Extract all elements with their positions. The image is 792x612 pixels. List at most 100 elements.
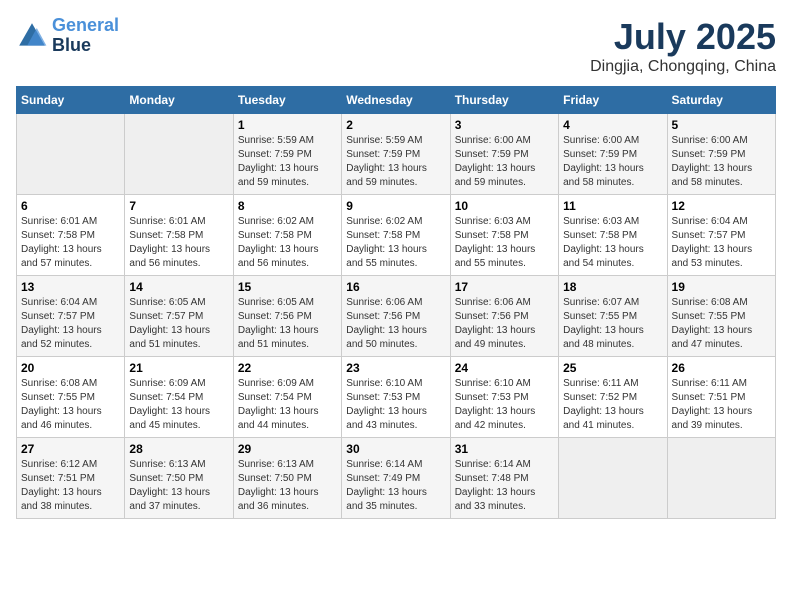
calendar-cell bbox=[17, 114, 125, 195]
day-info: Sunrise: 6:02 AM Sunset: 7:58 PM Dayligh… bbox=[346, 215, 445, 271]
weekday-header: Friday bbox=[559, 87, 667, 114]
calendar-cell: 19 Sunrise: 6:08 AM Sunset: 7:55 PM Dayli… bbox=[667, 276, 775, 357]
day-number: 15 bbox=[238, 280, 337, 294]
calendar-table: SundayMondayTuesdayWednesdayThursdayFrid… bbox=[16, 86, 776, 519]
day-info: Sunrise: 6:10 AM Sunset: 7:53 PM Dayligh… bbox=[455, 377, 554, 433]
logo-text: General Blue bbox=[52, 16, 119, 56]
day-info: Sunrise: 6:14 AM Sunset: 7:48 PM Dayligh… bbox=[455, 458, 554, 514]
logo: General Blue bbox=[16, 16, 119, 56]
day-info: Sunrise: 6:00 AM Sunset: 7:59 PM Dayligh… bbox=[563, 134, 662, 190]
day-number: 21 bbox=[129, 361, 228, 375]
day-number: 16 bbox=[346, 280, 445, 294]
day-info: Sunrise: 6:03 AM Sunset: 7:58 PM Dayligh… bbox=[563, 215, 662, 271]
day-info: Sunrise: 6:13 AM Sunset: 7:50 PM Dayligh… bbox=[129, 458, 228, 514]
day-number: 27 bbox=[21, 442, 120, 456]
day-number: 1 bbox=[238, 118, 337, 132]
calendar-week-row: 1 Sunrise: 5:59 AM Sunset: 7:59 PM Daylig… bbox=[17, 114, 776, 195]
calendar-cell: 22 Sunrise: 6:09 AM Sunset: 7:54 PM Dayli… bbox=[233, 357, 341, 438]
calendar-cell: 5Sunrise: 6:00 AM Sunset: 7:59 PM Daylig… bbox=[667, 114, 775, 195]
calendar-cell: 15 Sunrise: 6:05 AM Sunset: 7:56 PM Dayli… bbox=[233, 276, 341, 357]
day-info: Sunrise: 6:04 AM Sunset: 7:57 PM Dayligh… bbox=[21, 296, 120, 352]
day-info: Sunrise: 6:06 AM Sunset: 7:56 PM Dayligh… bbox=[346, 296, 445, 352]
calendar-cell: 31 Sunrise: 6:14 AM Sunset: 7:48 PM Dayli… bbox=[450, 438, 558, 519]
day-number: 25 bbox=[563, 361, 662, 375]
calendar-week-row: 20Sunrise: 6:08 AM Sunset: 7:55 PM Dayli… bbox=[17, 357, 776, 438]
calendar-cell: 24 Sunrise: 6:10 AM Sunset: 7:53 PM Dayli… bbox=[450, 357, 558, 438]
weekday-header: Saturday bbox=[667, 87, 775, 114]
calendar-cell bbox=[559, 438, 667, 519]
calendar-week-row: 6 Sunrise: 6:01 AM Sunset: 7:58 PM Daylig… bbox=[17, 195, 776, 276]
day-info: Sunrise: 6:09 AM Sunset: 7:54 PM Dayligh… bbox=[129, 377, 228, 433]
day-number: 10 bbox=[455, 199, 554, 213]
day-number: 8 bbox=[238, 199, 337, 213]
calendar-cell: 12Sunrise: 6:04 AM Sunset: 7:57 PM Dayli… bbox=[667, 195, 775, 276]
day-number: 31 bbox=[455, 442, 554, 456]
day-number: 23 bbox=[346, 361, 445, 375]
day-number: 29 bbox=[238, 442, 337, 456]
calendar-cell: 30Sunrise: 6:14 AM Sunset: 7:49 PM Dayli… bbox=[342, 438, 450, 519]
day-info: Sunrise: 6:10 AM Sunset: 7:53 PM Dayligh… bbox=[346, 377, 445, 433]
calendar-cell: 10 Sunrise: 6:03 AM Sunset: 7:58 PM Dayli… bbox=[450, 195, 558, 276]
month-title: July 2025 bbox=[590, 16, 776, 58]
calendar-cell: 7 Sunrise: 6:01 AM Sunset: 7:58 PM Daylig… bbox=[125, 195, 233, 276]
day-info: Sunrise: 6:03 AM Sunset: 7:58 PM Dayligh… bbox=[455, 215, 554, 271]
calendar-cell: 2Sunrise: 5:59 AM Sunset: 7:59 PM Daylig… bbox=[342, 114, 450, 195]
day-info: Sunrise: 5:59 AM Sunset: 7:59 PM Dayligh… bbox=[346, 134, 445, 190]
day-info: Sunrise: 6:12 AM Sunset: 7:51 PM Dayligh… bbox=[21, 458, 120, 514]
day-number: 28 bbox=[129, 442, 228, 456]
day-info: Sunrise: 6:11 AM Sunset: 7:52 PM Dayligh… bbox=[563, 377, 662, 433]
day-info: Sunrise: 6:00 AM Sunset: 7:59 PM Dayligh… bbox=[672, 134, 771, 190]
day-info: Sunrise: 6:02 AM Sunset: 7:58 PM Dayligh… bbox=[238, 215, 337, 271]
calendar-cell: 4Sunrise: 6:00 AM Sunset: 7:59 PM Daylig… bbox=[559, 114, 667, 195]
calendar-cell: 14 Sunrise: 6:05 AM Sunset: 7:57 PM Dayli… bbox=[125, 276, 233, 357]
calendar-cell: 17 Sunrise: 6:06 AM Sunset: 7:56 PM Dayli… bbox=[450, 276, 558, 357]
weekday-header: Thursday bbox=[450, 87, 558, 114]
day-info: Sunrise: 6:09 AM Sunset: 7:54 PM Dayligh… bbox=[238, 377, 337, 433]
day-number: 24 bbox=[455, 361, 554, 375]
day-info: Sunrise: 6:06 AM Sunset: 7:56 PM Dayligh… bbox=[455, 296, 554, 352]
calendar-cell: 26Sunrise: 6:11 AM Sunset: 7:51 PM Dayli… bbox=[667, 357, 775, 438]
day-number: 7 bbox=[129, 199, 228, 213]
day-info: Sunrise: 6:08 AM Sunset: 7:55 PM Dayligh… bbox=[672, 296, 771, 352]
day-info: Sunrise: 6:05 AM Sunset: 7:56 PM Dayligh… bbox=[238, 296, 337, 352]
day-info: Sunrise: 6:07 AM Sunset: 7:55 PM Dayligh… bbox=[563, 296, 662, 352]
calendar-cell: 8 Sunrise: 6:02 AM Sunset: 7:58 PM Daylig… bbox=[233, 195, 341, 276]
calendar-cell: 25 Sunrise: 6:11 AM Sunset: 7:52 PM Dayli… bbox=[559, 357, 667, 438]
calendar-cell: 9 Sunrise: 6:02 AM Sunset: 7:58 PM Daylig… bbox=[342, 195, 450, 276]
day-info: Sunrise: 6:00 AM Sunset: 7:59 PM Dayligh… bbox=[455, 134, 554, 190]
day-number: 13 bbox=[21, 280, 120, 294]
calendar-header-row: SundayMondayTuesdayWednesdayThursdayFrid… bbox=[17, 87, 776, 114]
calendar-cell: 6 Sunrise: 6:01 AM Sunset: 7:58 PM Daylig… bbox=[17, 195, 125, 276]
day-info: Sunrise: 6:01 AM Sunset: 7:58 PM Dayligh… bbox=[21, 215, 120, 271]
day-number: 6 bbox=[21, 199, 120, 213]
calendar-cell: 18Sunrise: 6:07 AM Sunset: 7:55 PM Dayli… bbox=[559, 276, 667, 357]
day-number: 22 bbox=[238, 361, 337, 375]
title-area: July 2025 Dingjia, Chongqing, China bbox=[590, 16, 776, 76]
weekday-header: Tuesday bbox=[233, 87, 341, 114]
calendar-cell bbox=[125, 114, 233, 195]
day-number: 26 bbox=[672, 361, 771, 375]
calendar-cell: 13 Sunrise: 6:04 AM Sunset: 7:57 PM Dayli… bbox=[17, 276, 125, 357]
day-number: 12 bbox=[672, 199, 771, 213]
day-info: Sunrise: 6:08 AM Sunset: 7:55 PM Dayligh… bbox=[21, 377, 120, 433]
day-number: 9 bbox=[346, 199, 445, 213]
calendar-cell: 3Sunrise: 6:00 AM Sunset: 7:59 PM Daylig… bbox=[450, 114, 558, 195]
location-title: Dingjia, Chongqing, China bbox=[590, 58, 776, 76]
logo-icon bbox=[16, 20, 48, 52]
calendar-cell: 1Sunrise: 5:59 AM Sunset: 7:59 PM Daylig… bbox=[233, 114, 341, 195]
calendar-week-row: 13 Sunrise: 6:04 AM Sunset: 7:57 PM Dayli… bbox=[17, 276, 776, 357]
day-info: Sunrise: 6:05 AM Sunset: 7:57 PM Dayligh… bbox=[129, 296, 228, 352]
calendar-cell bbox=[667, 438, 775, 519]
calendar-cell: 28 Sunrise: 6:13 AM Sunset: 7:50 PM Dayli… bbox=[125, 438, 233, 519]
day-info: Sunrise: 6:14 AM Sunset: 7:49 PM Dayligh… bbox=[346, 458, 445, 514]
calendar-cell: 21 Sunrise: 6:09 AM Sunset: 7:54 PM Dayli… bbox=[125, 357, 233, 438]
day-number: 17 bbox=[455, 280, 554, 294]
day-info: Sunrise: 6:01 AM Sunset: 7:58 PM Dayligh… bbox=[129, 215, 228, 271]
day-number: 19 bbox=[672, 280, 771, 294]
day-number: 14 bbox=[129, 280, 228, 294]
day-number: 11 bbox=[563, 199, 662, 213]
weekday-header: Monday bbox=[125, 87, 233, 114]
calendar-cell: 20Sunrise: 6:08 AM Sunset: 7:55 PM Dayli… bbox=[17, 357, 125, 438]
calendar-cell: 29 Sunrise: 6:13 AM Sunset: 7:50 PM Dayli… bbox=[233, 438, 341, 519]
day-info: Sunrise: 6:13 AM Sunset: 7:50 PM Dayligh… bbox=[238, 458, 337, 514]
